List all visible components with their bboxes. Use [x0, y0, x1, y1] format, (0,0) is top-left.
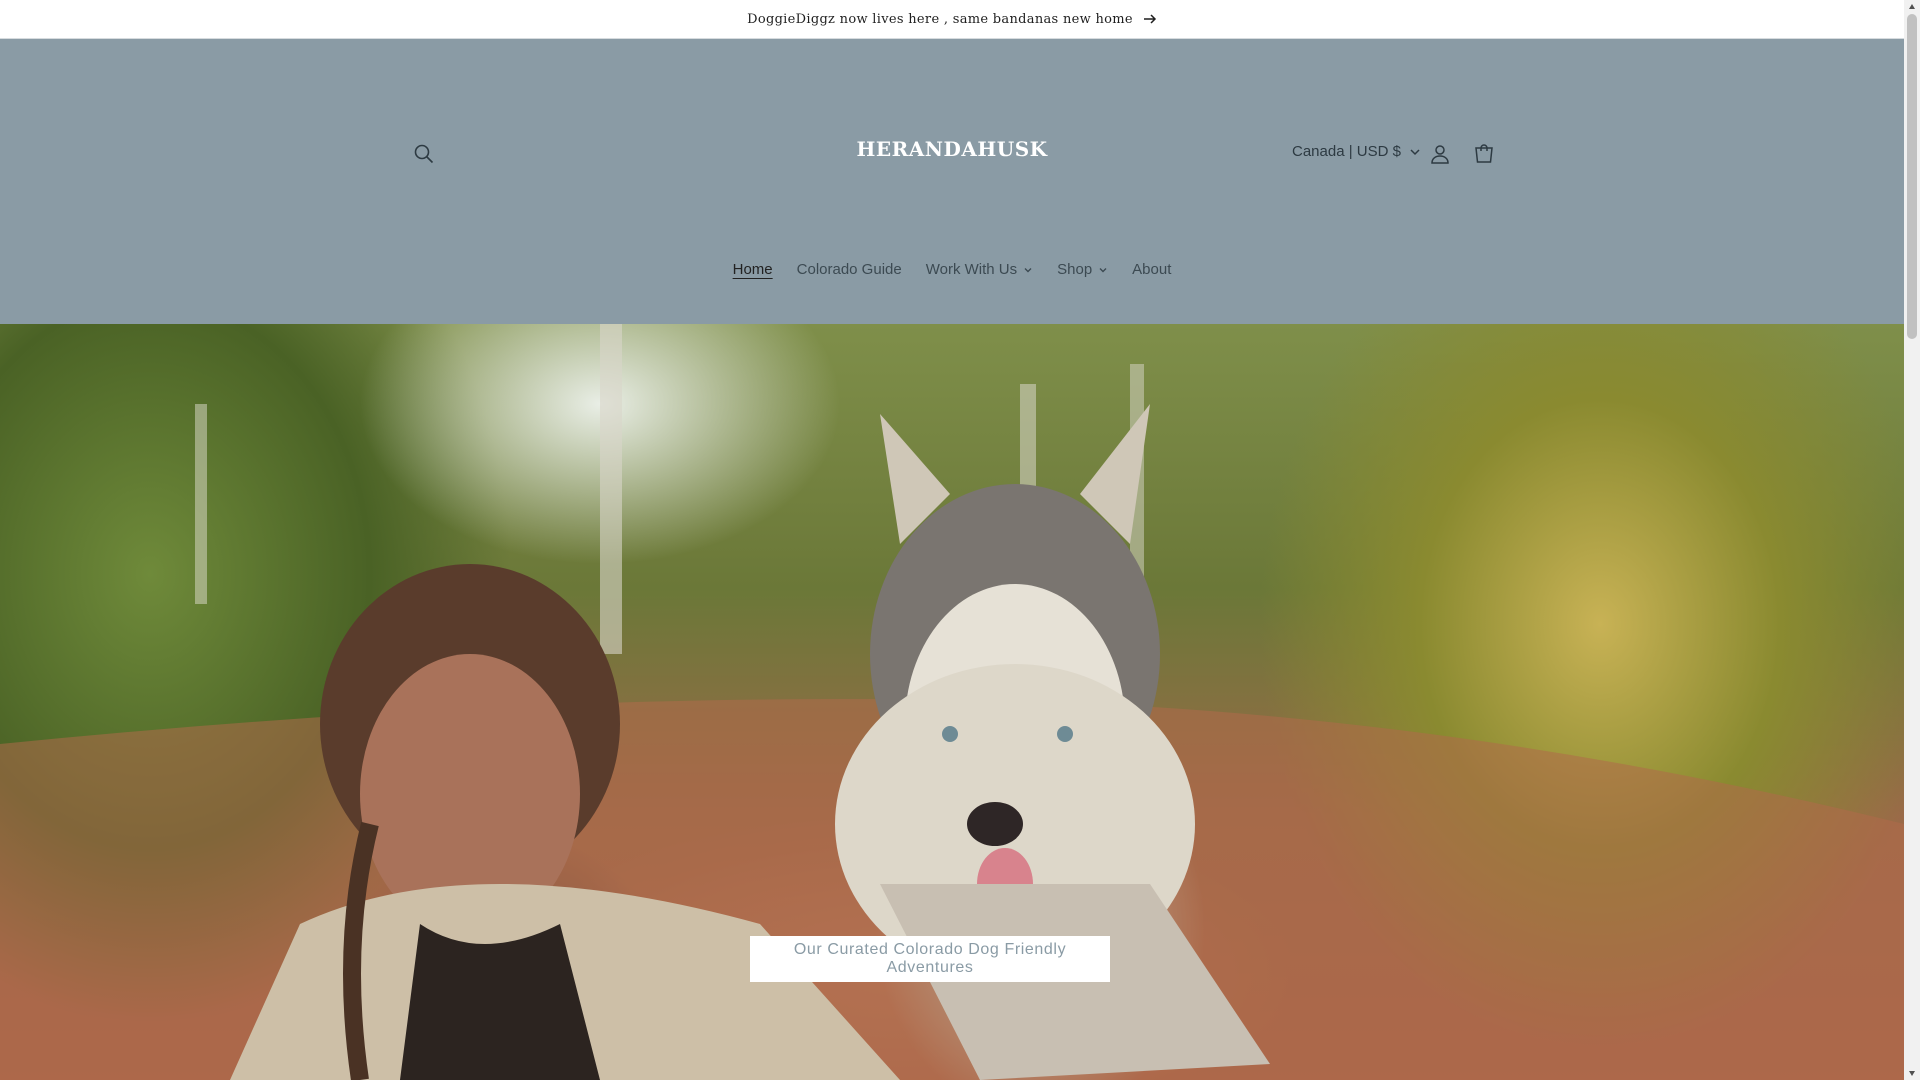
chevron-down-icon: [1410, 148, 1420, 155]
nav-item-home[interactable]: Home: [733, 261, 773, 278]
nav-item-label: About: [1132, 261, 1172, 278]
triangle-up-icon: [1909, 4, 1915, 9]
chevron-down-icon: [1099, 267, 1107, 272]
nav-item-label: Home: [732, 261, 773, 278]
nav-item-about[interactable]: About: [1132, 261, 1171, 278]
announcement-link[interactable]: DoggieDiggz now lives here , same bandan…: [747, 12, 1157, 27]
nav-item-work-with-us[interactable]: Work With Us: [926, 261, 1033, 278]
nav-item-shop[interactable]: Shop: [1057, 261, 1108, 278]
nav-item-label: Shop: [1057, 261, 1093, 278]
main-navigation: Home Colorado Guide Work With Us Shop Ab…: [0, 261, 1904, 278]
chevron-down-icon: [1024, 267, 1032, 272]
triangle-down-icon: [1909, 1071, 1915, 1076]
nav-item-colorado-guide[interactable]: Colorado Guide: [797, 261, 902, 278]
arrow-right-icon: [1143, 14, 1156, 24]
announcement-text: DoggieDiggz now lives here , same bandan…: [747, 11, 1133, 27]
hero-cta-button[interactable]: Our Curated Colorado Dog Friendly Advent…: [750, 936, 1110, 982]
site-logo[interactable]: HERANDAHUSK: [0, 137, 1904, 161]
cart-icon: [1475, 144, 1493, 163]
locale-selector[interactable]: Canada | USD $: [1292, 143, 1421, 160]
nav-item-label: Colorado Guide: [796, 261, 902, 278]
account-icon: [1431, 145, 1449, 164]
scroll-up-button[interactable]: [1904, 0, 1920, 14]
hero-banner: Our Curated Colorado Dog Friendly Advent…: [0, 324, 1904, 1080]
locale-label: Canada | USD $: [1292, 143, 1401, 160]
account-button[interactable]: [1424, 138, 1456, 170]
scroll-down-button[interactable]: [1904, 1066, 1920, 1080]
announcement-bar: DoggieDiggz now lives here , same bandan…: [0, 0, 1904, 39]
nav-item-label: Work With Us: [925, 261, 1018, 278]
cart-button[interactable]: [1468, 138, 1500, 170]
scrollbar-thumb[interactable]: [1907, 14, 1917, 339]
site-header: HERANDAHUSK Canada | USD $ Home Colorado…: [0, 39, 1904, 324]
